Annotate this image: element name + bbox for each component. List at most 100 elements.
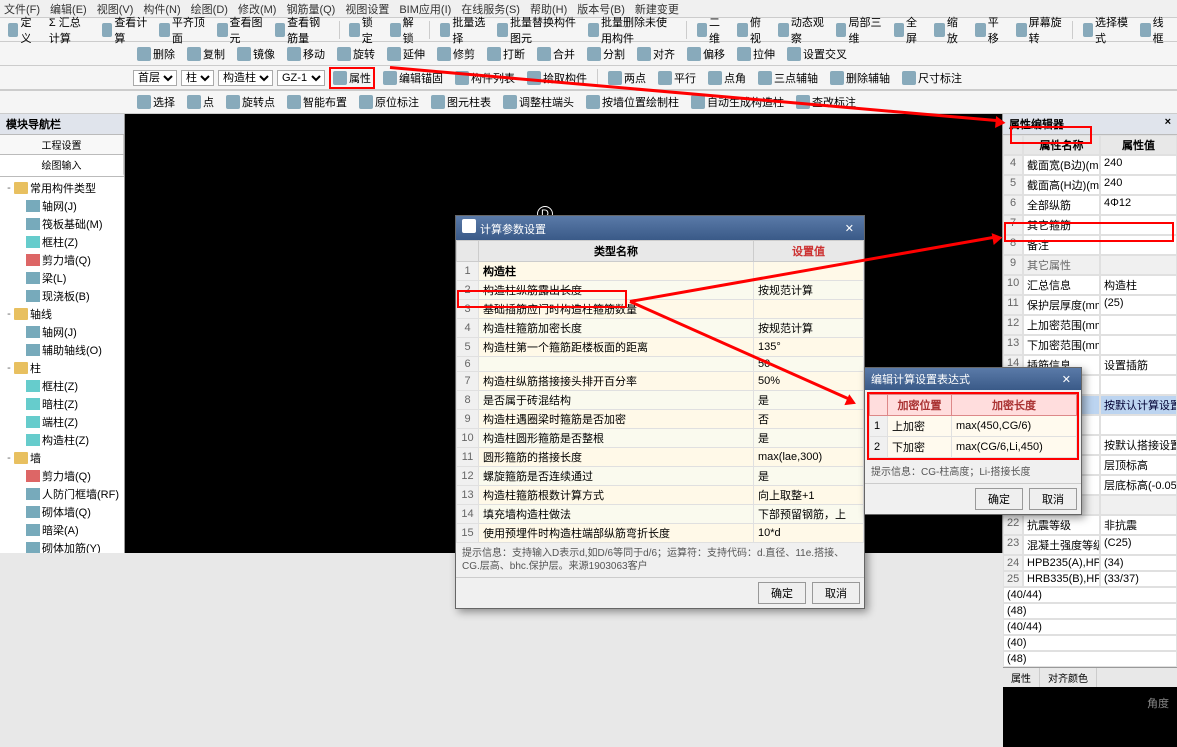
align-button[interactable]: 对齐 [633,45,679,63]
close-icon[interactable]: ✕ [1058,373,1075,386]
view-rebar-button[interactable]: 查看钢筋量 [271,13,333,47]
tree-node[interactable]: -轴线 [2,305,122,323]
extend-button[interactable]: 延伸 [383,45,429,63]
ok-button[interactable]: 确定 [758,582,806,604]
tab-draw[interactable]: 绘图输入 [0,155,124,176]
copy-button[interactable]: 复制 [183,45,229,63]
property-tabs[interactable]: 属性 对齐颜色 [1003,667,1177,687]
dialog-titlebar[interactable]: 编辑计算设置表达式 ✕ [865,368,1081,390]
cancel-button[interactable]: 取消 [812,582,860,604]
delete-button[interactable]: 删除 [133,45,179,63]
smart-place-button[interactable]: 智能布置 [283,93,351,111]
tab-property[interactable]: 属性 [1003,668,1040,687]
rotate-button[interactable]: 旋转 [333,45,379,63]
tree-node[interactable]: 现浇板(B) [2,287,122,305]
tree-node[interactable]: -墙 [2,449,122,467]
tab-project[interactable]: 工程设置 [0,135,124,154]
navigator-tabs[interactable]: 工程设置 [0,135,124,155]
table-row[interactable]: 650 [457,357,864,372]
tab-align-color[interactable]: 对齐颜色 [1040,668,1097,687]
zoom-button[interactable]: 缩放 [930,13,967,47]
tree-node[interactable]: 框柱(Z) [2,233,122,251]
table-row[interactable]: 9构造柱遇圈梁时箍筋是否加密否 [457,410,864,429]
table-row[interactable]: 7构造柱纵筋搭接接头排开百分率50% [457,372,864,391]
subtype-select[interactable]: 构造柱 [218,70,273,86]
delete-aux-button[interactable]: 删除辅轴 [826,69,894,87]
inplace-dim-button[interactable]: 原位标注 [355,93,423,111]
batch-replace-button[interactable]: 批量替换构件图元 [493,13,580,47]
set-cross-button[interactable]: 设置交叉 [783,45,851,63]
move-button[interactable]: 移动 [283,45,329,63]
table-row[interactable]: 4构造柱箍筋加密长度按规范计算 [457,319,864,338]
table-row[interactable]: 12螺旋箍筋是否连续通过是 [457,467,864,486]
tree-node[interactable]: 剪力墙(Q) [2,251,122,269]
table-row[interactable]: 2下加密max(CG/6,Li,450) [870,437,1077,458]
unlock-button[interactable]: 解锁 [386,13,423,47]
table-row[interactable]: 14填充墙构造柱做法下部预留钢筋，上 [457,505,864,524]
define-button[interactable]: 定义 [4,13,41,47]
property-grid[interactable]: 属性名称属性值4截面宽(B边)(mm)2405截面高(H边)(mm)2406全部… [1003,135,1177,587]
wireframe-button[interactable]: 线框 [1136,13,1173,47]
screen-rotate-button[interactable]: 屏幕旋转 [1012,13,1066,47]
cancel-button[interactable]: 取消 [1029,488,1077,510]
tree-node[interactable]: -常用构件类型 [2,179,122,197]
local-3d-button[interactable]: 局部三维 [832,13,886,47]
three-point-button[interactable]: 三点辅轴 [754,69,822,87]
table-row[interactable]: 15使用预埋件时构造柱端部纵筋弯折长度10*d [457,524,864,543]
mirror-button[interactable]: 镜像 [233,45,279,63]
ok-button[interactable]: 确定 [975,488,1023,510]
parallel-button[interactable]: 平行 [654,69,700,87]
view-calc-button[interactable]: 查看计算 [98,13,152,47]
tree-node[interactable]: 轴网(J) [2,197,122,215]
table-row[interactable]: 5构造柱第一个箍筋距楼板面的距离135° [457,338,864,357]
break-button[interactable]: 打断 [483,45,529,63]
batch-delete-button[interactable]: 批量删除未使用构件 [584,13,679,47]
offset-button[interactable]: 偏移 [683,45,729,63]
trim-button[interactable]: 修剪 [433,45,479,63]
lock-button[interactable]: 锁定 [345,13,382,47]
table-row[interactable]: 8是否属于砖混结构是 [457,391,864,410]
component-tree[interactable]: -常用构件类型轴网(J)筏板基础(M)框柱(Z)剪力墙(Q)梁(L)现浇板(B)… [0,177,124,553]
pan-button[interactable]: 平移 [971,13,1008,47]
tree-node[interactable]: 轴网(J) [2,323,122,341]
table-row[interactable]: 11圆形箍筋的搭接长度max(lae,300) [457,448,864,467]
calc-table[interactable]: 类型名称设置值 1构造柱2构造柱纵筋露出长度按规范计算3基础插筋应门时构造柱箍筋… [456,240,864,543]
align-top-button[interactable]: 平齐顶面 [155,13,209,47]
table-row[interactable]: 1上加密max(450,CG/6) [870,416,1077,437]
by-wall-button[interactable]: 按墙位置绘制柱 [582,93,683,111]
tree-node[interactable]: 梁(L) [2,269,122,287]
type-select[interactable]: 柱 [181,70,214,86]
merge-button[interactable]: 合并 [533,45,579,63]
orbit-button[interactable]: 动态观察 [774,13,828,47]
select-button[interactable]: 选择 [133,93,179,111]
point-button[interactable]: 点 [183,93,218,111]
tree-node[interactable]: 暗梁(A) [2,521,122,539]
fullscreen-button[interactable]: 全屏 [890,13,927,47]
tree-node[interactable]: 筏板基础(M) [2,215,122,233]
2d-button[interactable]: 二维 [693,13,730,47]
split-button[interactable]: 分割 [583,45,629,63]
tree-node[interactable]: 砌体加筋(Y) [2,539,122,553]
table-row[interactable]: 10构造柱圆形箍筋是否整根是 [457,429,864,448]
dialog-titlebar[interactable]: 计算参数设置 ✕ [456,216,864,240]
dimension-button[interactable]: 尺寸标注 [898,69,966,87]
select-mode-button[interactable]: 选择模式 [1079,13,1133,47]
tree-node[interactable]: 端柱(Z) [2,413,122,431]
sum-button[interactable]: Σ 汇总计算 [45,13,94,47]
tree-node[interactable]: 框柱(Z) [2,377,122,395]
point-angle-button[interactable]: 点角 [704,69,750,87]
tree-node[interactable]: 人防门框墙(RF) [2,485,122,503]
two-point-button[interactable]: 两点 [604,69,650,87]
tree-node[interactable]: 暗柱(Z) [2,395,122,413]
property-button[interactable]: 属性 [329,67,375,89]
code-select[interactable]: GZ-1 [277,70,325,86]
rotate-point-button[interactable]: 旋转点 [222,93,279,111]
close-icon[interactable]: ✕ [841,222,858,235]
tree-node[interactable]: 砌体墙(Q) [2,503,122,521]
table-row[interactable]: 13构造柱箍筋根数计算方式向上取整+1 [457,486,864,505]
tree-node[interactable]: 构造柱(Z) [2,431,122,449]
element-table-button[interactable]: 图元柱表 [427,93,495,111]
floor-select[interactable]: 首层 [133,70,177,86]
top-view-button[interactable]: 俯视 [733,13,770,47]
tree-node[interactable]: -柱 [2,359,122,377]
